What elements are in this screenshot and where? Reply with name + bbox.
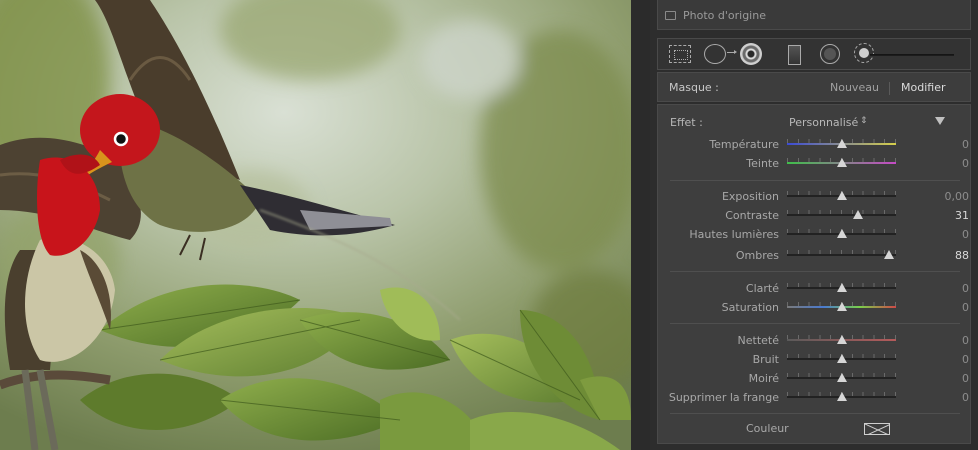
effect-preset-select[interactable]: Personnalisé [789,116,858,129]
slider-label: Hautes lumières [689,228,779,241]
slider-label: Netteté [737,334,779,347]
slider-hautes-lumieres[interactable]: Hautes lumières 0 [658,225,972,243]
original-photo-label: Photo d'origine [683,9,766,22]
slider-track[interactable] [787,214,896,216]
slider-teinte[interactable]: Teinte 0 [658,154,972,172]
develop-panel: Photo d'origine Masque : Nouveau Modifie… [650,0,978,450]
slider-label: Saturation [721,301,779,314]
slider-label: Contraste [725,209,779,222]
slider-label: Moiré [748,372,779,385]
slider-value[interactable]: 0 [929,353,969,366]
mask-separator [889,82,890,95]
slider-label: Bruit [752,353,779,366]
slider-label: Exposition [721,190,779,203]
original-photo-checkbox[interactable] [665,11,676,20]
section-divider [670,413,960,414]
adjustment-brush-icon[interactable] [854,43,874,63]
slider-thumb[interactable] [884,250,895,259]
slider-ticks [787,250,896,254]
section-divider [670,323,960,324]
slider-nettete[interactable]: Netteté 0 [658,331,972,349]
slider-exposition[interactable]: Exposition 0,00 [658,187,972,205]
slider-value[interactable]: 0 [929,372,969,385]
spot-removal-icon[interactable] [704,44,726,64]
slider-bruit[interactable]: Bruit 0 [658,350,972,368]
slider-value[interactable]: 0 [929,282,969,295]
tool-size-slider[interactable] [870,54,954,56]
slider-thumb[interactable] [836,158,847,167]
no-color-icon [865,424,889,434]
slider-value[interactable]: 88 [929,249,969,262]
photo-image [0,0,631,450]
slider-value[interactable]: 0 [929,157,969,170]
slider-value[interactable]: 0 [929,228,969,241]
original-photo-row[interactable]: Photo d'origine [657,0,971,30]
slider-saturation[interactable]: Saturation 0 [658,298,972,316]
slider-thumb[interactable] [836,373,847,382]
slider-contraste[interactable]: Contraste 31 [658,206,972,224]
collapse-triangle-icon[interactable] [935,117,945,125]
effect-preset-caret-icon[interactable]: ⇕ [860,116,868,126]
slider-temperature[interactable]: Température 0 [658,135,972,153]
slider-thumb[interactable] [836,229,847,238]
graduated-filter-icon[interactable] [788,45,801,65]
slider-thumb[interactable] [836,139,847,148]
slider-label: Teinte [746,157,779,170]
mask-new-button[interactable]: Nouveau [830,81,879,94]
slider-value[interactable]: 31 [929,209,969,222]
slider-thumb[interactable] [836,335,847,344]
slider-value[interactable]: 0 [929,301,969,314]
crop-overlay-icon[interactable] [669,45,691,63]
slider-value[interactable]: 0 [929,138,969,151]
slider-thumb[interactable] [836,191,847,200]
color-swatch[interactable] [864,423,890,435]
slider-thumb[interactable] [853,210,864,219]
effects-section: Effet : Personnalisé ⇕ Température 0 Tei… [657,104,971,444]
slider-thumb[interactable] [836,354,847,363]
slider-ticks [787,210,896,214]
tool-strip [657,38,971,70]
mask-edit-button[interactable]: Modifier [901,81,945,94]
slider-thumb[interactable] [836,392,847,401]
photo-canvas[interactable] [0,0,631,450]
color-label: Couleur [746,422,789,435]
slider-label: Supprimer la frange [668,391,779,404]
slider-value[interactable]: 0 [929,391,969,404]
slider-moire[interactable]: Moiré 0 [658,369,972,387]
radial-filter-icon[interactable] [820,44,840,64]
slider-ombres[interactable]: Ombres 88 [658,246,972,264]
slider-label: Clarté [745,282,779,295]
slider-value[interactable]: 0 [929,334,969,347]
slider-label: Température [709,138,779,151]
section-divider [670,271,960,272]
red-eye-icon[interactable] [740,43,762,65]
slider-label: Ombres [735,249,779,262]
mask-row: Masque : Nouveau Modifier [657,72,971,102]
slider-track[interactable] [787,254,896,256]
panel-gutter [631,0,650,450]
slider-supprimer-frange[interactable]: Supprimer la frange 0 [658,388,972,406]
slider-thumb[interactable] [836,302,847,311]
spot-removal-arrow-icon [727,50,737,54]
effect-label: Effet : [670,116,703,129]
section-divider [670,180,960,181]
slider-thumb[interactable] [836,283,847,292]
slider-value[interactable]: 0,00 [929,190,970,203]
slider-clarte[interactable]: Clarté 0 [658,279,972,297]
mask-label: Masque : [669,81,719,94]
